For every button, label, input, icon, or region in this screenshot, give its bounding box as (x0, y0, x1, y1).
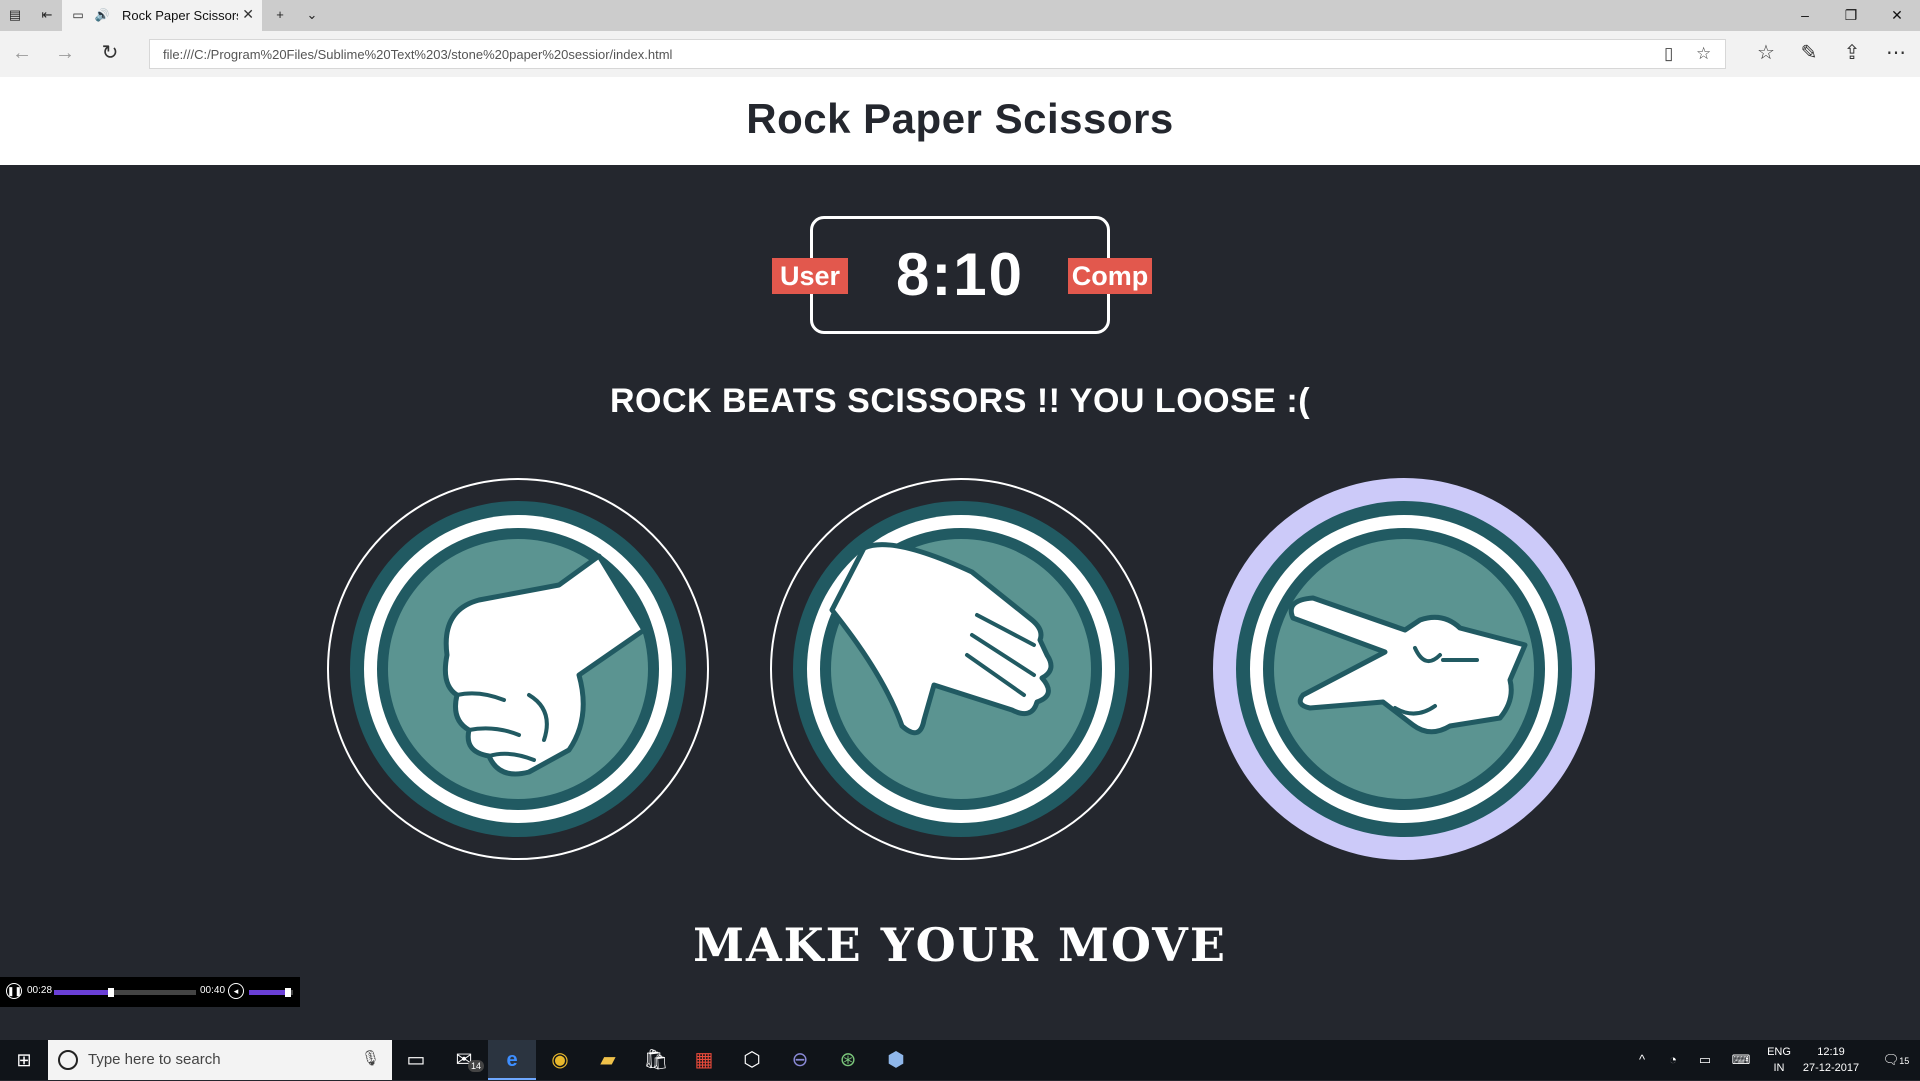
file-explorer-icon[interactable]: ▰ (584, 1040, 632, 1080)
seek-knob[interactable] (107, 988, 114, 997)
speaker-icon[interactable]: 🔊 (94, 7, 110, 23)
total-time: 00:40 (200, 985, 226, 996)
battery-icon[interactable]: ▭ (1692, 1040, 1718, 1080)
score-display: 8:10 (895, 241, 1025, 308)
keyboard-icon[interactable]: ⌨ (1726, 1040, 1756, 1080)
close-icon[interactable]: ✕ (242, 6, 254, 23)
task-view-icon[interactable]: ▭ (392, 1040, 440, 1080)
page-icon: ▭ (72, 8, 84, 22)
result-message: ROCK BEATS SCISSORS !! YOU LOOSE :( (609, 382, 1311, 420)
reading-view-icon[interactable]: ▯ (1664, 44, 1673, 64)
virtualbox-icon[interactable]: ⬢ (872, 1040, 920, 1080)
refresh-icon[interactable]: ↻ (98, 41, 122, 65)
new-tab-icon[interactable]: + (271, 6, 289, 24)
set-aside-tabs-icon[interactable]: ⇤ (38, 6, 56, 24)
favorites-hub-icon[interactable]: ☆ (1754, 41, 1778, 65)
chevron-up-icon[interactable]: ^ (1630, 1040, 1654, 1080)
clock-time: 12:19 (1817, 1046, 1845, 1058)
chrome-icon[interactable]: ◉ (536, 1040, 584, 1080)
eclipse-icon[interactable]: ⊖ (776, 1040, 824, 1080)
clock[interactable]: 12:19 27-12-2017 (1796, 1044, 1866, 1076)
close-window-icon[interactable]: ✕ (1874, 0, 1920, 31)
volume-knob[interactable] (284, 988, 291, 997)
page-title: Rock Paper Scissors (746, 95, 1174, 142)
clock-date: 27-12-2017 (1802, 1062, 1860, 1074)
page-header: Rock Paper Scissors (0, 77, 1920, 165)
store-icon[interactable]: 🛍 (632, 1040, 680, 1080)
language-indicator[interactable]: ENG IN (1762, 1044, 1796, 1076)
scissors-hand-icon (1236, 501, 1572, 837)
tab-list-icon[interactable]: ▤ (6, 6, 24, 24)
share-icon[interactable]: ⇪ (1840, 41, 1864, 65)
address-text[interactable]: file:///C:/Program%20Files/Sublime%20Tex… (163, 47, 672, 62)
action-center-icon[interactable]: 🗨15 (1876, 1040, 1916, 1080)
cortana-icon[interactable] (58, 1050, 78, 1070)
rock-fist-icon (350, 501, 686, 837)
current-time: 00:28 (27, 985, 53, 996)
edge-browser-icon[interactable]: e (488, 1040, 536, 1080)
forward-icon[interactable]: → (53, 41, 77, 65)
winrar-icon[interactable]: ▦ (680, 1040, 728, 1080)
wifi-icon[interactable]: ◔ (1660, 1040, 1686, 1080)
scissors-button[interactable] (1213, 478, 1595, 860)
chevron-down-icon[interactable]: ⌄ (303, 6, 321, 24)
android-studio-icon[interactable]: ⊛ (824, 1040, 872, 1080)
seek-fill (54, 990, 111, 995)
mail-app-icon[interactable]: ✉ 14 (440, 1040, 488, 1080)
navigation-bar: ← → ↻ file:///C:/Program%20Files/Sublime… (0, 31, 1920, 77)
taskbar: ⊞ Type here to search 🎙 ▭ ✉ 14 e ◉ ▰ 🛍 ▦ … (0, 1040, 1920, 1080)
paper-button[interactable] (770, 478, 1152, 860)
address-bar[interactable]: file:///C:/Program%20Files/Sublime%20Tex… (149, 39, 1726, 69)
paper-hand-icon (793, 501, 1129, 837)
tab-title: Rock Paper Scissors (122, 8, 238, 23)
seek-bar[interactable] (54, 988, 196, 997)
restore-icon[interactable]: ❐ (1828, 0, 1874, 31)
browser-tab[interactable]: ▭ 🔊 Rock Paper Scissors ✕ (62, 0, 262, 31)
taskbar-search[interactable]: Type here to search 🎙 (48, 1040, 392, 1080)
rock-button[interactable] (327, 478, 709, 860)
volume-bar[interactable] (249, 988, 293, 997)
mail-badge: 14 (468, 1060, 485, 1072)
tab-bar: ▤ ⇤ ▭ 🔊 Rock Paper Scissors ✕ + ⌄ – ❐ ✕ (0, 0, 1920, 31)
language-top: ENG (1767, 1046, 1791, 1058)
microphone-icon[interactable]: 🎙 (361, 1049, 380, 1067)
more-icon[interactable]: ⋯ (1884, 41, 1908, 65)
minimize-icon[interactable]: – (1782, 0, 1828, 31)
pen-icon[interactable]: ✎ (1797, 41, 1821, 65)
windows-start-icon[interactable]: ⊞ (0, 1040, 48, 1080)
action-message: MAKE YOUR MOVE (693, 918, 1227, 972)
media-player-bar: ❚❚ 00:28 00:40 ◂ (0, 977, 300, 1007)
back-icon[interactable]: ← (10, 41, 34, 65)
language-bottom: IN (1773, 1062, 1785, 1074)
search-placeholder: Type here to search (88, 1051, 221, 1068)
favorite-star-icon[interactable]: ☆ (1696, 44, 1711, 64)
pause-icon[interactable]: ❚❚ (6, 983, 22, 999)
unity-icon[interactable]: ⬡ (728, 1040, 776, 1080)
notification-count: 15 (1899, 1056, 1910, 1066)
volume-icon[interactable]: ◂ (228, 983, 244, 999)
